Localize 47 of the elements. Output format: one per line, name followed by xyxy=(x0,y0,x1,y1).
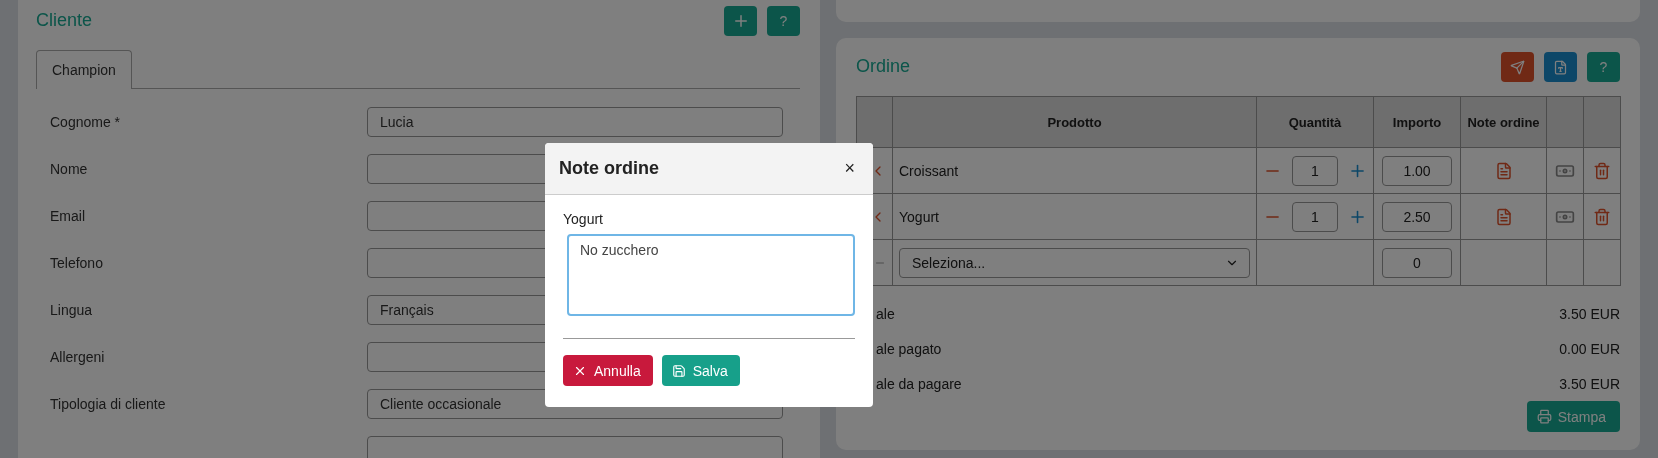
total-label: ale xyxy=(876,305,895,322)
total-value: 3.50 EUR xyxy=(1559,305,1620,322)
note-field[interactable]: No zucchero xyxy=(567,234,855,316)
trash-icon[interactable] xyxy=(1593,161,1611,180)
table-cell: Croissant xyxy=(892,147,1257,194)
amount-field[interactable]: 1.00 xyxy=(1382,155,1452,186)
note-icon[interactable] xyxy=(1494,207,1513,226)
input-field[interactable] xyxy=(367,436,783,458)
field-label: Email xyxy=(50,208,86,224)
section-title: Cliente xyxy=(36,10,93,31)
save-button[interactable]: Salva xyxy=(661,355,740,386)
product-label: Yogurt xyxy=(563,211,604,227)
field-label: Allergeni xyxy=(50,349,106,365)
total-value: 0.00 EUR xyxy=(1559,340,1620,357)
amount-field[interactable]: 2.50 xyxy=(1382,201,1452,232)
add-button[interactable] xyxy=(724,6,757,36)
close-button[interactable]: × xyxy=(842,158,857,179)
printer-icon xyxy=(1536,409,1552,424)
send-button[interactable] xyxy=(1501,52,1534,82)
section-title: Ordine xyxy=(856,56,911,77)
dialog-title: Note ordine xyxy=(559,158,659,179)
field-label: Lingua xyxy=(50,302,94,318)
input-field[interactable]: Lucia xyxy=(367,107,783,137)
amount-field[interactable]: 0 xyxy=(1382,247,1452,278)
cancel-button[interactable]: Annulla xyxy=(563,355,653,386)
quantity-field[interactable]: 1 xyxy=(1292,201,1338,232)
table-cell: Yogurt xyxy=(892,193,1257,240)
field-label: Telefono xyxy=(50,255,104,271)
total-label: ale da pagare xyxy=(876,375,962,392)
field-label: Cognome * xyxy=(50,114,122,130)
column-header: Quantità xyxy=(1256,96,1374,148)
tab[interactable]: Champion xyxy=(36,50,132,89)
paper-plane-icon xyxy=(1510,59,1525,75)
quantity-field[interactable]: 1 xyxy=(1292,155,1338,186)
total-value: 3.50 EUR xyxy=(1559,375,1620,392)
file-icon xyxy=(1553,59,1568,75)
column-header: Prodotto xyxy=(892,96,1257,148)
trash-icon[interactable] xyxy=(1593,207,1611,226)
column-header: Note ordine xyxy=(1460,96,1547,148)
field-label: Nome xyxy=(50,161,89,177)
column-header: Importo xyxy=(1373,96,1461,148)
field-label: Tipologia di cliente xyxy=(50,396,167,412)
save-icon xyxy=(671,363,686,378)
note-icon[interactable] xyxy=(1494,161,1513,180)
pdf-button[interactable] xyxy=(1544,52,1577,82)
total-label: ale pagato xyxy=(876,340,942,357)
product-select[interactable]: Seleziona... xyxy=(899,247,1250,278)
